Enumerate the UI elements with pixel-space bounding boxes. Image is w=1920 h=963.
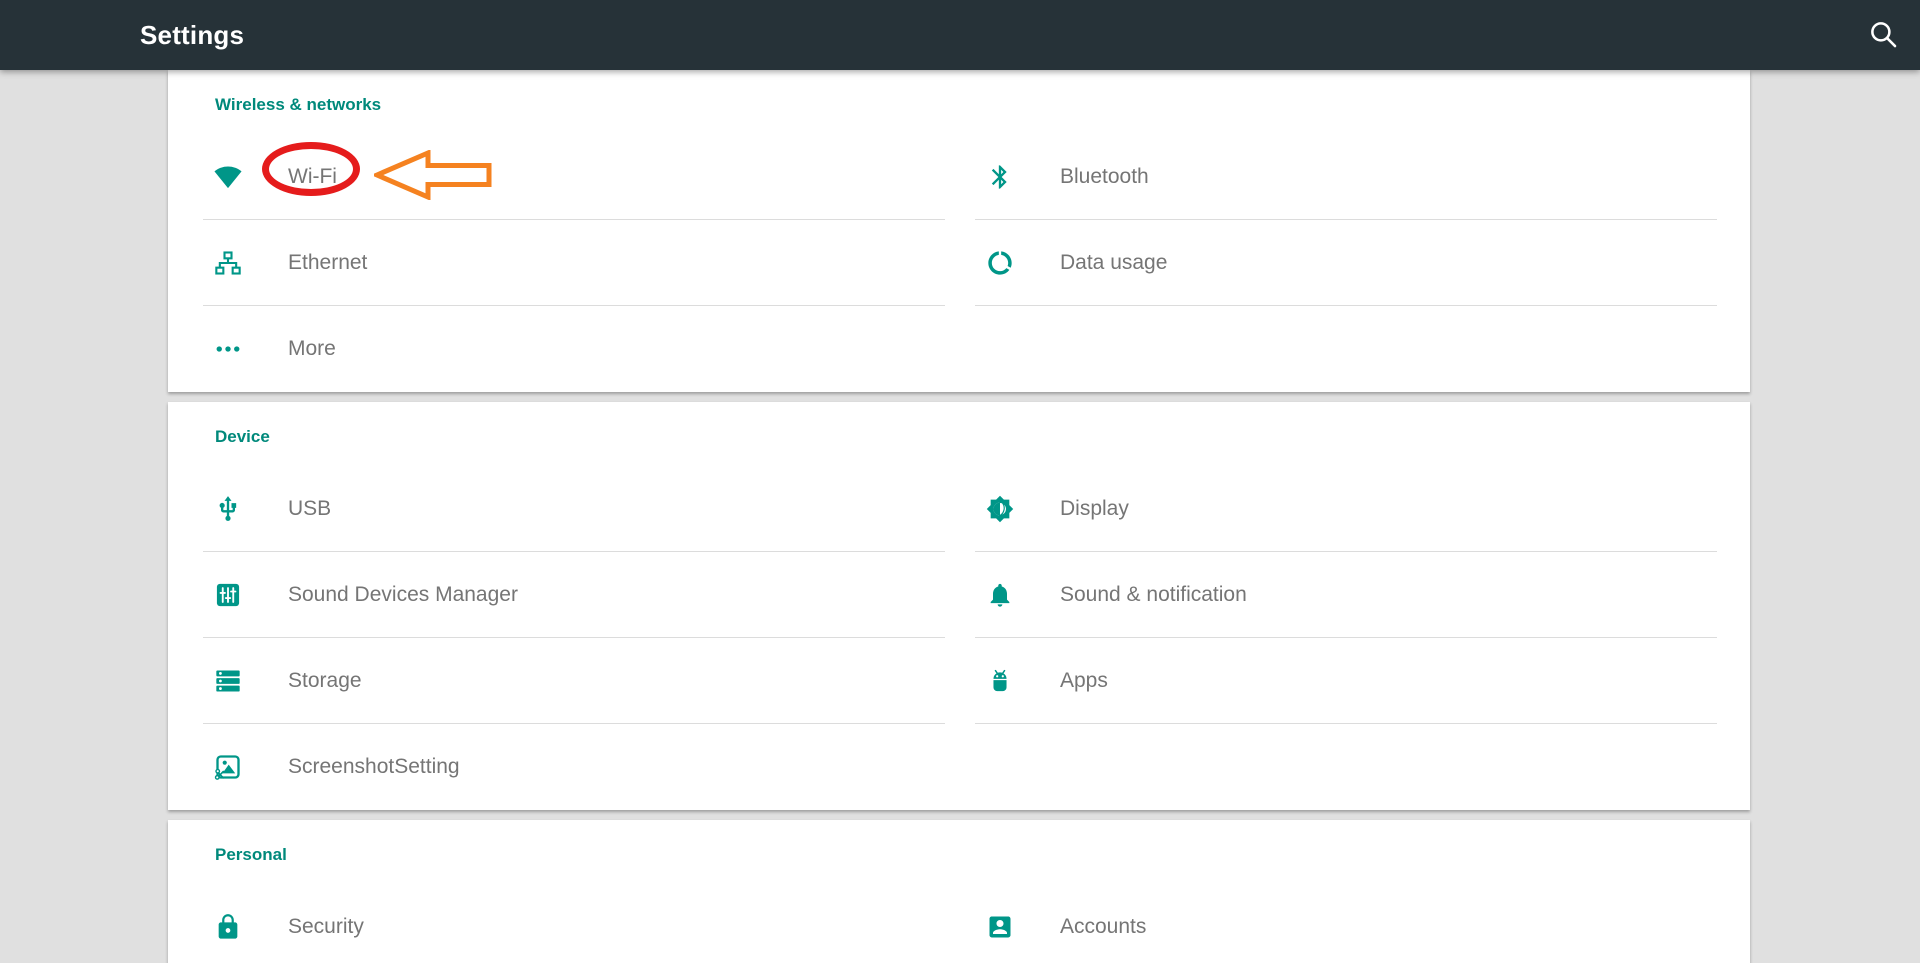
settings-panel: Wireless & networks Wi-Fi Ethernet More Blue… [168, 70, 1750, 963]
settings-item-display[interactable]: Display [975, 466, 1717, 552]
app-bar: Settings [0, 0, 1920, 70]
settings-item-label: Wi-Fi [288, 165, 337, 188]
ethernet-icon [214, 249, 242, 277]
screenshot-setting-icon [214, 753, 242, 781]
section-card-personal: Personal Security Accounts [168, 820, 1750, 963]
settings-item-label: More [288, 337, 336, 360]
section-header: Personal [215, 845, 287, 864]
settings-item-label: ScreenshotSetting [288, 755, 460, 778]
settings-item-label: Ethernet [288, 251, 368, 274]
settings-item-ethernet[interactable]: Ethernet [203, 220, 945, 306]
data-usage-icon [986, 249, 1014, 277]
storage-icon [214, 667, 242, 695]
accounts-icon [986, 913, 1014, 941]
settings-item-label: Data usage [1060, 251, 1168, 274]
section-header: Device [215, 427, 270, 446]
column-left: USB Sound Devices Manager Storage Screensho… [203, 466, 945, 810]
usb-icon [214, 495, 242, 523]
settings-item-label: Storage [288, 669, 362, 692]
settings-item-label: Security [288, 915, 364, 938]
column-right: Accounts [975, 884, 1717, 963]
settings-item-data-usage[interactable]: Data usage [975, 220, 1717, 306]
security-icon [214, 913, 242, 941]
settings-item-wi-fi[interactable]: Wi-Fi [203, 134, 945, 220]
settings-item-bluetooth[interactable]: Bluetooth [975, 134, 1717, 220]
wifi-icon [214, 163, 242, 191]
settings-item-usb[interactable]: USB [203, 466, 945, 552]
settings-item-security[interactable]: Security [203, 884, 945, 963]
section-header: Wireless & networks [215, 95, 382, 114]
bluetooth-icon [986, 163, 1014, 191]
column-left: Wi-Fi Ethernet More [203, 134, 945, 392]
settings-item-label: Accounts [1060, 915, 1147, 938]
display-icon [986, 495, 1014, 523]
settings-item-label: USB [288, 497, 332, 520]
sound-devices-manager-icon [214, 581, 242, 609]
settings-item-label: Display [1060, 497, 1129, 520]
column-right: Bluetooth Data usage [975, 134, 1717, 392]
section-card-device: Device USB Sound Devices Manager Storage Scr… [168, 402, 1750, 810]
search-icon[interactable] [1862, 13, 1904, 55]
settings-item-apps[interactable]: Apps [975, 638, 1717, 724]
settings-item-label: Sound & notification [1060, 583, 1247, 606]
page-title: Settings [140, 19, 245, 50]
settings-item-sound-devices-manager[interactable]: Sound Devices Manager [203, 552, 945, 638]
settings-item-more[interactable]: More [203, 306, 945, 392]
settings-item-label: Bluetooth [1060, 165, 1149, 188]
column-left: Security [203, 884, 945, 963]
apps-icon [986, 667, 1014, 695]
column-right: Display Sound & notification Apps [975, 466, 1717, 810]
section-card-wireless-networks: Wireless & networks Wi-Fi Ethernet More Blue… [168, 70, 1750, 392]
settings-item-label: Apps [1060, 669, 1108, 692]
settings-item-screenshotsetting[interactable]: ScreenshotSetting [203, 724, 945, 810]
settings-item-storage[interactable]: Storage [203, 638, 945, 724]
settings-item-sound-notification[interactable]: Sound & notification [975, 552, 1717, 638]
settings-item-label: Sound Devices Manager [288, 583, 518, 606]
settings-item-accounts[interactable]: Accounts [975, 884, 1717, 963]
more-icon [214, 335, 242, 363]
sound-notification-icon [986, 581, 1014, 609]
